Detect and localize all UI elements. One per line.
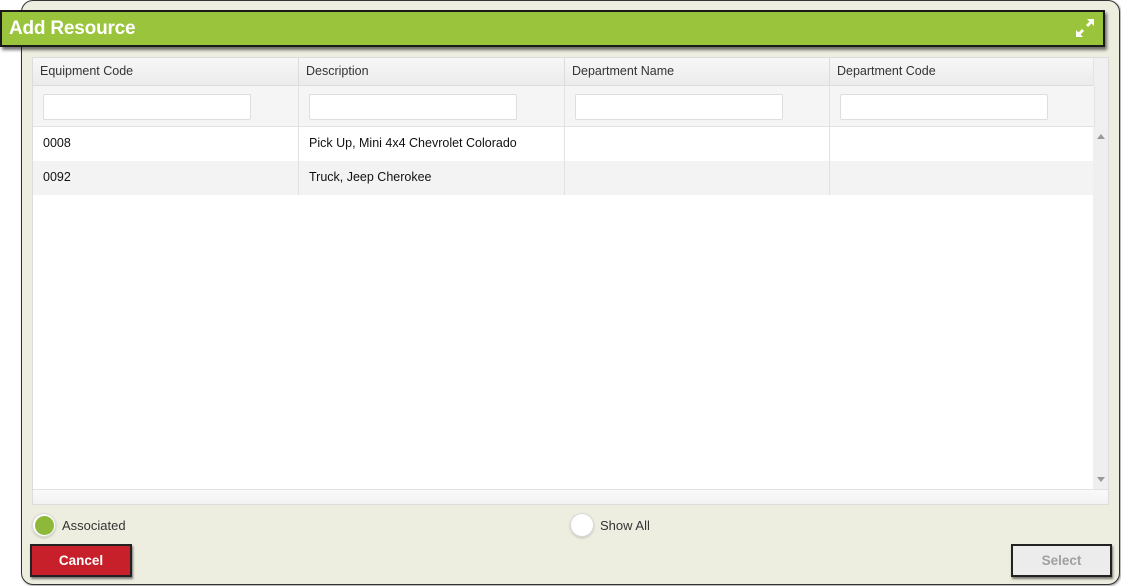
resource-grid: Equipment Code Description Department Na… (32, 57, 1109, 505)
department-name-filter-input[interactable] (575, 94, 783, 120)
show-all-label: Show All (600, 517, 650, 533)
column-header-description[interactable]: Description (299, 58, 565, 86)
description-cell: Pick Up, Mini 4x4 Chevrolet Colorado (299, 127, 565, 161)
filter-cell (299, 86, 565, 127)
dialog-title: Add Resource (9, 17, 136, 39)
table-row[interactable]: 0092 Truck, Jeep Cherokee (33, 161, 1095, 195)
department-code-cell (830, 127, 1095, 161)
grid-footer (33, 489, 1108, 504)
scroll-down-arrow-icon[interactable] (1097, 477, 1105, 482)
show-all-radio[interactable]: Show All (570, 513, 650, 537)
department-code-filter-input[interactable] (840, 94, 1048, 120)
department-name-cell (565, 127, 830, 161)
radio-unselected-icon (570, 513, 594, 537)
column-header-department-code[interactable]: Department Code (830, 58, 1095, 86)
description-filter-input[interactable] (309, 94, 517, 120)
equipment-code-cell: 0092 (33, 161, 299, 195)
vertical-scrollbar[interactable] (1093, 127, 1108, 490)
table-row[interactable]: 0008 Pick Up, Mini 4x4 Chevrolet Colorad… (33, 127, 1095, 161)
equipment-code-filter-input[interactable] (43, 94, 251, 120)
scrollbar-corner (1093, 58, 1108, 127)
filter-cell (565, 86, 830, 127)
filter-cell (830, 86, 1095, 127)
dialog-title-bar: Add Resource (0, 10, 1105, 47)
grid-body: 0008 Pick Up, Mini 4x4 Chevrolet Colorad… (33, 127, 1095, 490)
department-code-cell (830, 161, 1095, 195)
associated-radio[interactable]: Associated (32, 513, 126, 537)
department-name-cell (565, 161, 830, 195)
column-header-department-name[interactable]: Department Name (565, 58, 830, 86)
grid-header-row: Equipment Code Description Department Na… (33, 58, 1095, 86)
filter-cell (33, 86, 299, 127)
radio-selected-icon (32, 513, 56, 537)
equipment-code-cell: 0008 (33, 127, 299, 161)
column-header-equipment-code[interactable]: Equipment Code (33, 58, 299, 86)
scroll-up-arrow-icon[interactable] (1097, 134, 1105, 139)
cancel-button[interactable]: Cancel (30, 544, 132, 577)
select-button[interactable]: Select (1011, 544, 1112, 577)
associated-label: Associated (62, 517, 126, 533)
filter-row (33, 86, 1095, 127)
description-cell: Truck, Jeep Cherokee (299, 161, 565, 195)
expand-arrows-icon[interactable] (1075, 18, 1095, 38)
